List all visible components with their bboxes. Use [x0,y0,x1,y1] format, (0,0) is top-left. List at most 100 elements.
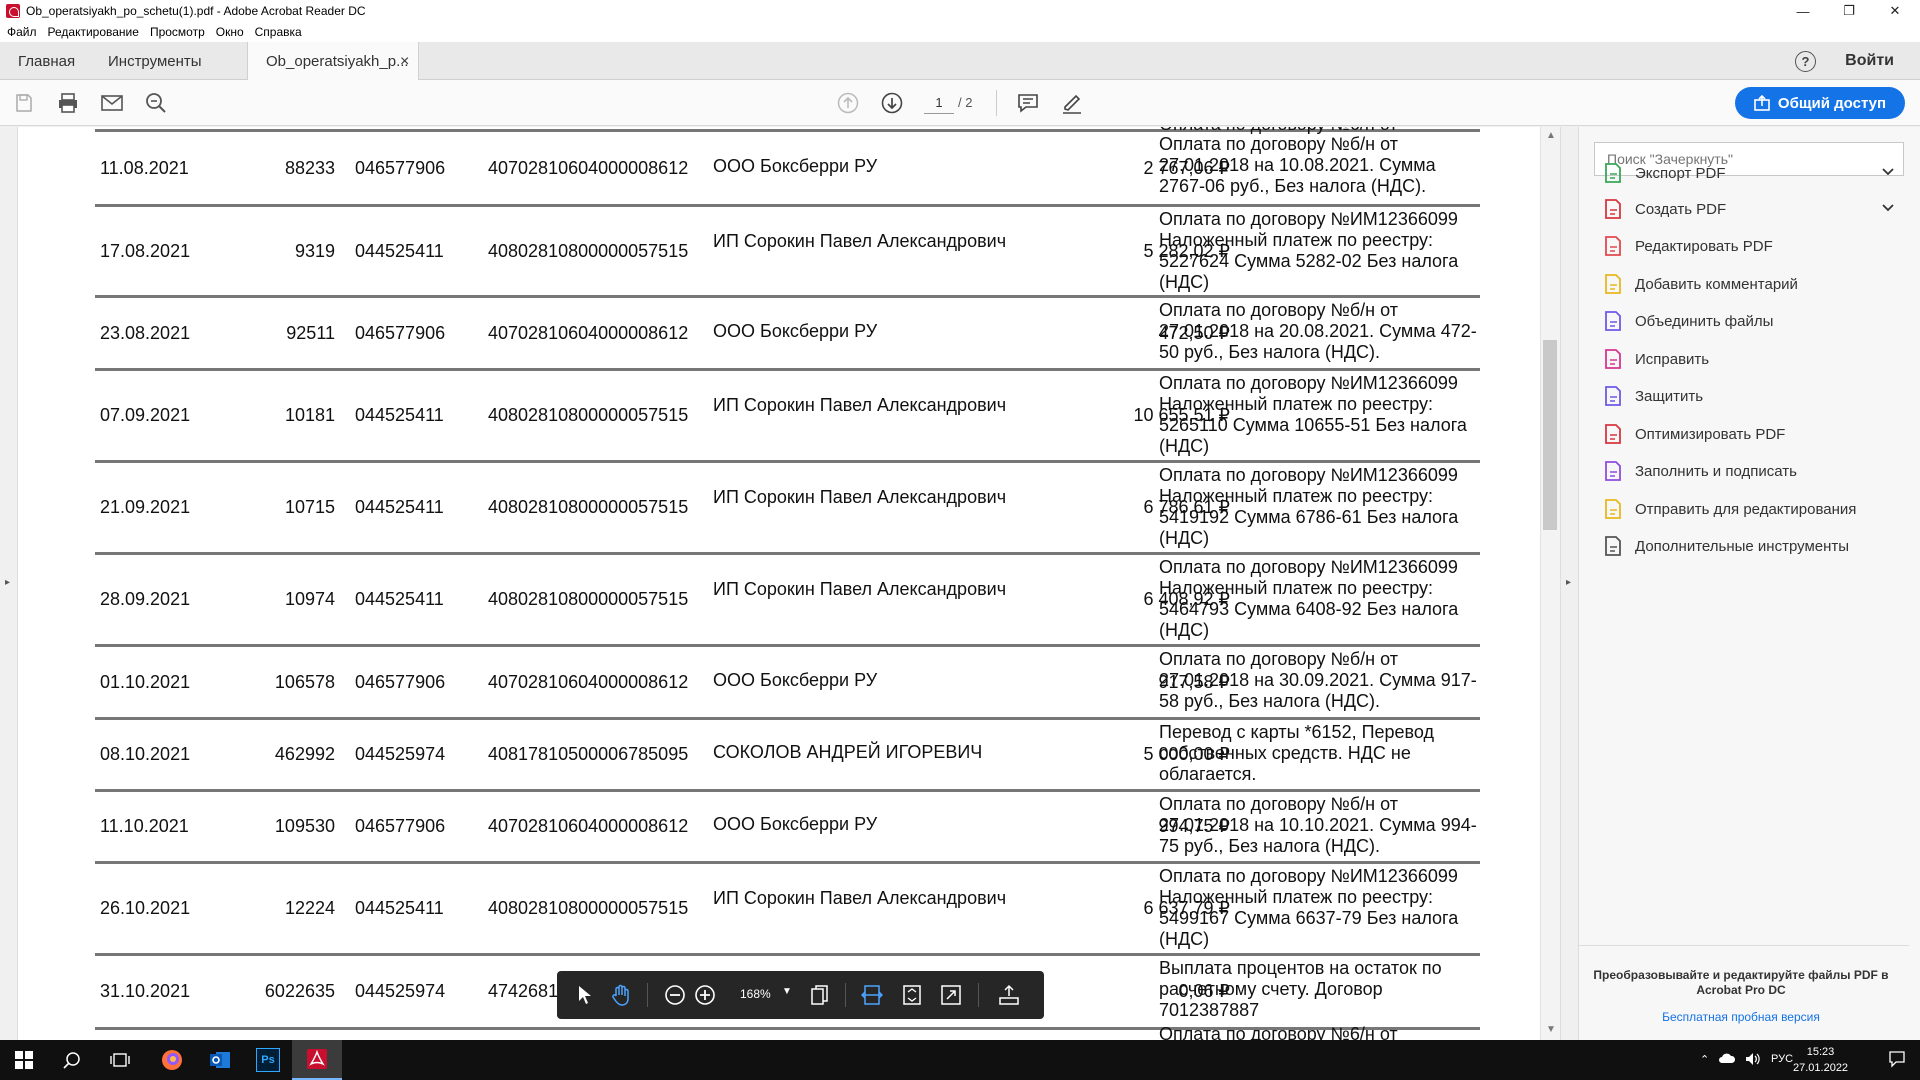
promo-box: Преобразовывайте и редактируйте файлы PD… [1579,944,1903,1024]
tool-label: Редактировать PDF [1635,237,1773,255]
tool-combine-files[interactable]: Объединить файлы [1601,306,1773,336]
tool-optimize-pdf[interactable]: Оптимизировать PDF [1601,419,1785,449]
previous-page-icon[interactable] [836,91,860,115]
acrobat-taskbar-icon[interactable] [292,1040,342,1080]
scrollbar-thumb[interactable] [1543,340,1557,530]
tools-pane-toggle[interactable]: ▸ [1561,127,1579,1040]
zoom-in-icon[interactable] [693,983,717,1007]
tool-send-for-review[interactable]: Отправить для редактирования [1601,494,1856,524]
tool-create-pdf[interactable]: Создать PDF [1601,194,1894,224]
row-date: 23.08.2021 [100,323,191,343]
menu-view[interactable]: Просмотр [150,25,205,39]
row-number: 109530 [274,816,335,836]
highlight-pen-icon[interactable] [1060,91,1084,115]
language-indicator[interactable]: РУС [1771,1053,1793,1065]
notifications-icon[interactable] [1888,1050,1906,1073]
save-icon[interactable] [12,91,36,115]
free-trial-link[interactable]: Бесплатная пробная версия [1579,1010,1903,1024]
tool-more-tools[interactable]: Дополнительные инструменты [1601,531,1849,561]
close-window-button[interactable]: ✕ [1872,0,1918,22]
zoom-out-icon[interactable] [663,983,687,1007]
menu-bar: Файл Редактирование Просмотр Окно Справк… [0,22,1920,42]
restore-button[interactable]: ❐ [1826,0,1872,22]
search-taskbar-icon[interactable] [48,1040,96,1080]
scroll-down-icon[interactable]: ▼ [1546,1024,1556,1035]
comment-tool-icon[interactable] [1016,91,1040,115]
read-mode-icon[interactable] [997,983,1021,1007]
row-account: 40702810604000008612 [488,816,689,836]
tools-pane: ▸ Экспорт PDF Создать PDF Редактировать PD… [1560,127,1920,1040]
row-counterparty: ИП Сорокин Павел Александрович [713,579,1007,599]
fullscreen-icon[interactable] [939,983,963,1007]
share-icon [1754,95,1770,111]
fit-width-icon[interactable] [860,983,884,1007]
row-number: 9319 [294,241,335,261]
clock[interactable]: 15:23 27.01.2022 [1793,1044,1848,1076]
edit-pdf-icon [1601,234,1625,258]
fit-page-icon[interactable] [900,983,924,1007]
email-icon[interactable] [100,91,124,115]
row-description: Оплата по договору №б/н от 27.01.2018 на… [1159,794,1477,856]
floating-toolbar: 168% ▼ [557,971,1044,1019]
scroll-up-icon[interactable]: ▲ [1546,130,1556,141]
tool-fill-sign[interactable]: Заполнить и подписать [1601,456,1797,486]
menu-help[interactable]: Справка [255,25,302,39]
hand-tool-icon[interactable] [609,983,633,1007]
tool-label: Добавить комментарий [1635,275,1798,293]
table-row: 28.09.2021 10974 044525411 4080281080000005… [95,555,1480,647]
document-view[interactable]: Оплата по договору №6/н от 11.08.2021 882… [0,127,1560,1040]
cloud-icon[interactable] [1718,1051,1736,1065]
menu-edit[interactable]: Редактирование [48,25,139,39]
select-tool-icon[interactable] [573,983,597,1007]
tab-home[interactable]: Главная [18,42,75,80]
tool-label: Отправить для редактирования [1635,500,1857,518]
expand-left-icon: ▸ [5,577,11,588]
row-number: 10974 [284,589,335,609]
firefox-icon[interactable] [148,1040,196,1080]
vertical-scrollbar[interactable]: ▲ ▼ [1540,127,1560,1040]
page-display-icon[interactable] [808,983,832,1007]
tool-comment[interactable]: Добавить комментарий [1601,269,1798,299]
menu-window[interactable]: Окно [216,25,244,39]
left-panel-toggle[interactable]: ▸ [0,127,18,1040]
next-page-icon[interactable] [880,91,904,115]
row-number: 88233 [284,158,335,178]
search-zoom-icon[interactable] [144,91,168,115]
row-counterparty: ООО Боксберри РУ [713,156,878,176]
acrobat-icon [6,4,20,18]
tool-protect[interactable]: Защитить [1601,381,1703,411]
row-description: Оплата по договору №ИМ12366099 Наложенны… [1159,557,1459,640]
tool-label: Защитить [1635,387,1704,405]
row-number: 6022635 [264,981,335,1001]
toolbar: / 2 Общий доступ [0,80,1920,126]
tool-export-pdf[interactable]: Экспорт PDF [1601,158,1894,188]
row-description: Выплата процентов на остаток по расчетно… [1159,958,1442,1020]
tab-document[interactable]: Ob_operatsiyakh_p... × [247,42,419,81]
fix-icon [1601,347,1625,371]
tab-tools[interactable]: Инструменты [108,42,202,80]
tray-arrow-icon[interactable]: ⌃ [1700,1053,1709,1066]
chevron-down-icon[interactable] [1881,200,1895,218]
photoshop-icon[interactable]: Ps [244,1040,292,1080]
sign-in-button[interactable]: Войти [1845,52,1894,70]
print-icon[interactable] [56,91,80,115]
share-button[interactable]: Общий доступ [1735,87,1905,119]
minimize-button[interactable]: — [1780,0,1826,22]
chevron-down-icon[interactable] [1881,164,1895,182]
row-date: 26.10.2021 [100,898,191,918]
start-button[interactable] [0,1040,48,1080]
zoom-level[interactable]: 168% [740,987,771,1001]
photoshop-badge: Ps [256,1048,280,1072]
tool-fix[interactable]: Исправить [1601,344,1709,374]
help-icon[interactable]: ? [1795,51,1816,72]
tool-edit-pdf[interactable]: Редактировать PDF [1601,231,1773,261]
menu-file[interactable]: Файл [7,25,37,39]
task-view-icon[interactable] [96,1040,144,1080]
zoom-dropdown-icon[interactable]: ▼ [782,986,792,997]
outlook-icon[interactable] [196,1040,244,1080]
title-bar: Ob_operatsiyakh_po_schetu(1).pdf - Adobe… [0,0,1920,22]
row-number: 92511 [286,323,335,343]
volume-icon[interactable] [1745,1051,1761,1072]
tab-close-button[interactable]: × [400,53,409,71]
page-number-input[interactable] [924,92,954,114]
